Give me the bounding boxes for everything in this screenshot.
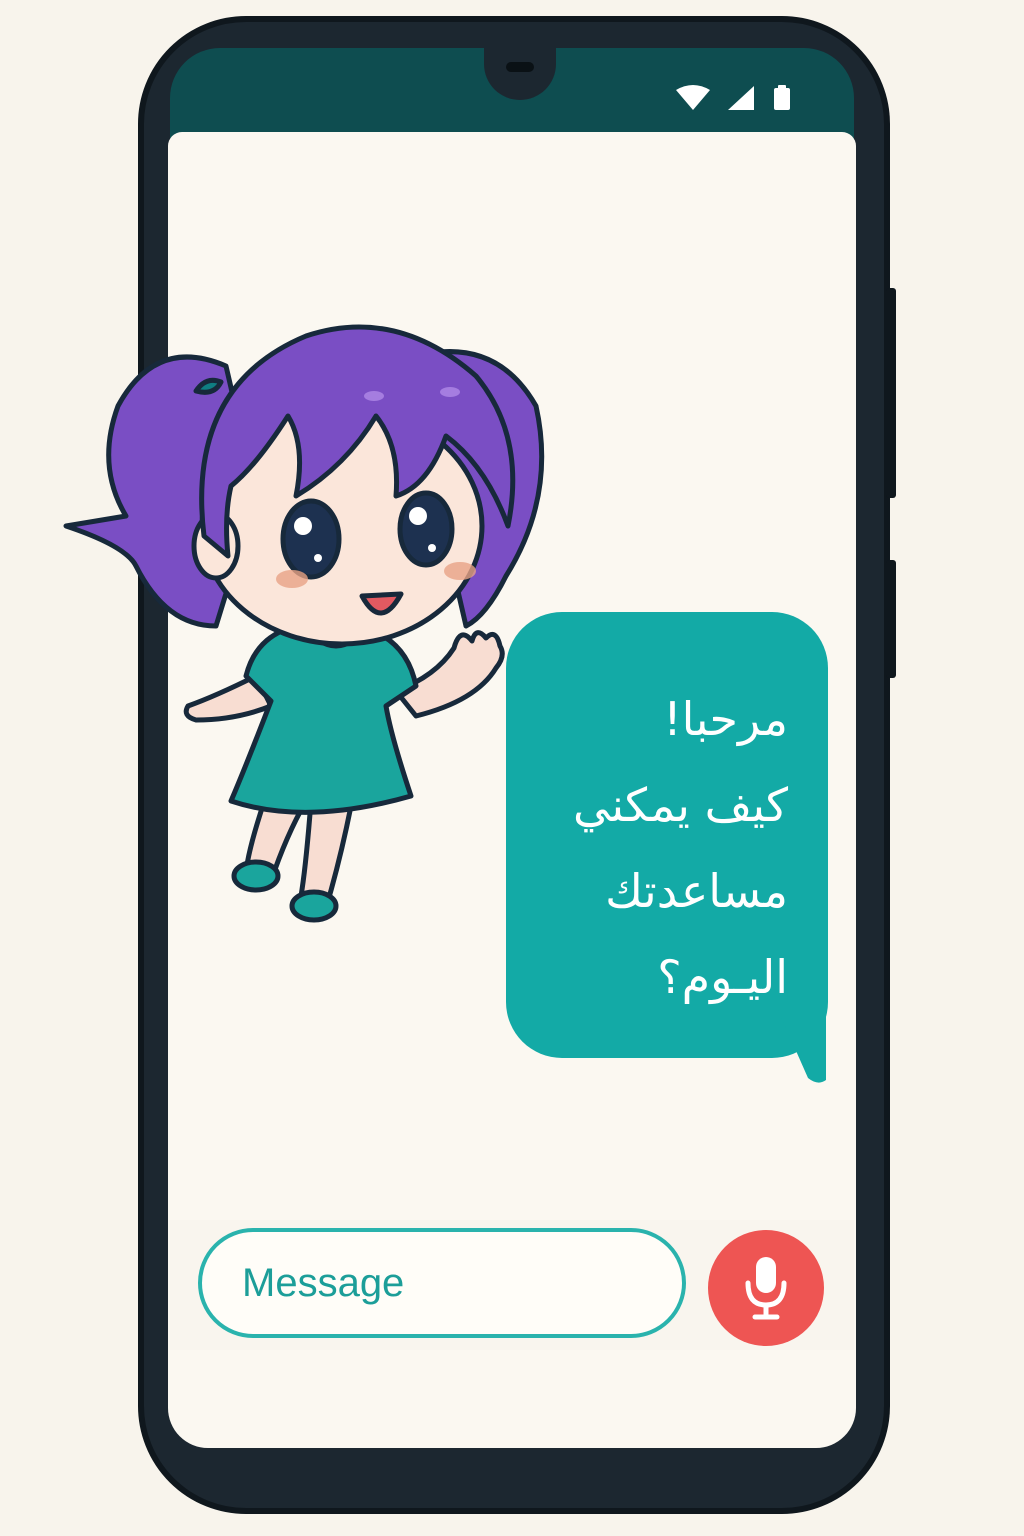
status-icons — [674, 84, 804, 112]
voice-record-button[interactable] — [708, 1230, 824, 1346]
battery-icon — [774, 85, 790, 110]
wifi-icon — [676, 85, 710, 110]
volume-button[interactable] — [886, 288, 896, 498]
message-line: اليـوم؟ — [657, 950, 788, 1004]
microphone-icon — [745, 1257, 787, 1320]
message-line: مرحبا! — [663, 692, 788, 746]
incoming-message-bubble: مرحبا! كيف يمكني مساعدتك اليـوم؟ — [506, 612, 828, 1058]
bubble-tail — [778, 1010, 826, 1083]
mascot-character-image — [63, 324, 545, 923]
stage: مرحبا! كيف يمكني مساعدتك اليـوم؟ — [0, 0, 1024, 1536]
power-button[interactable] — [886, 560, 896, 678]
message-input[interactable] — [198, 1228, 686, 1338]
message-line: مساعدتك — [605, 864, 788, 918]
message-line: كيف يمكني — [572, 778, 788, 832]
signal-icon — [728, 86, 754, 110]
